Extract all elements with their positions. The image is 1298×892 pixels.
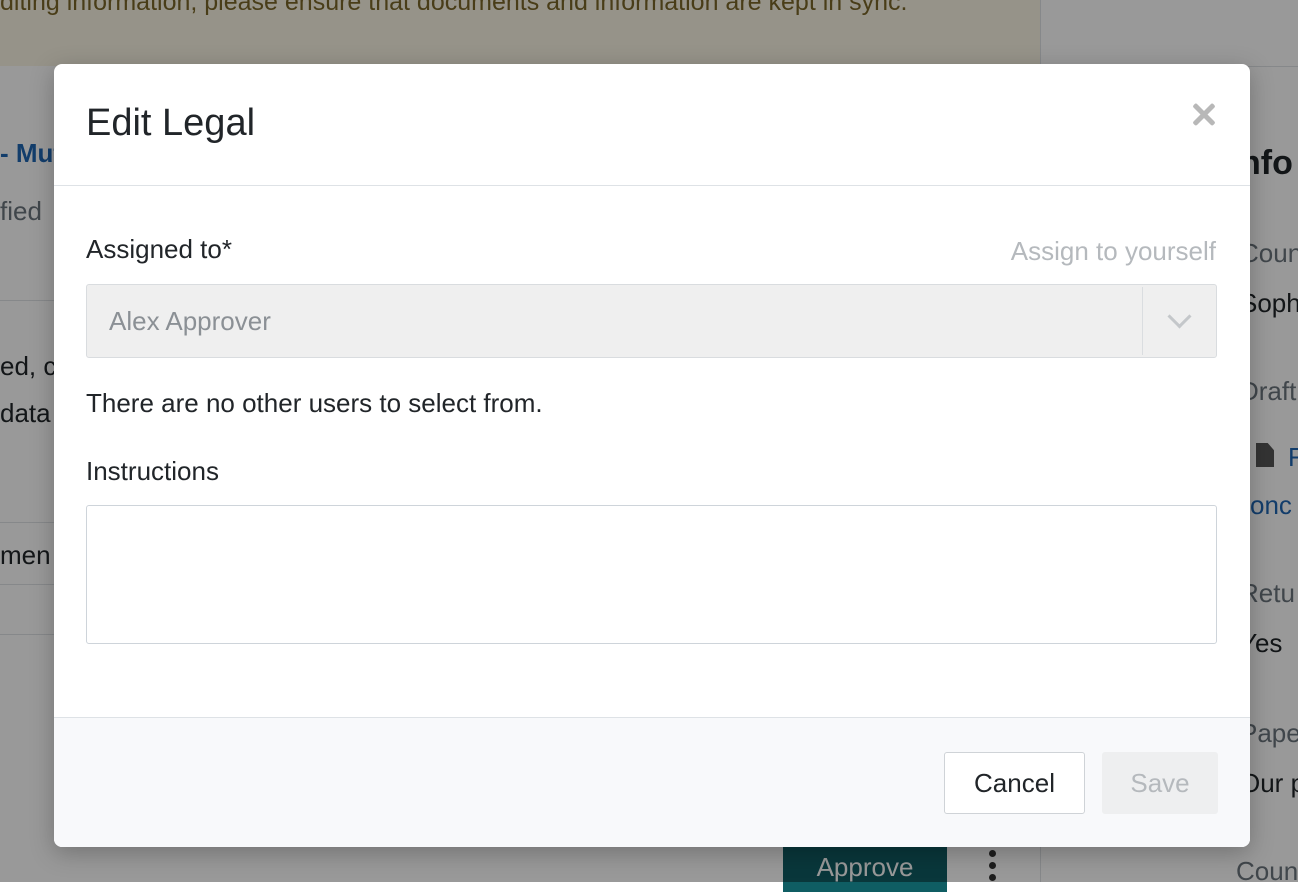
assigned-to-select[interactable]: Alex Approver	[86, 284, 1217, 358]
cancel-button[interactable]: Cancel	[944, 752, 1085, 814]
assigned-to-value: Alex Approver	[109, 306, 271, 336]
close-icon[interactable]	[1188, 98, 1220, 130]
select-divider	[1142, 287, 1143, 355]
instructions-textarea[interactable]	[86, 505, 1217, 644]
save-button[interactable]: Save	[1102, 752, 1218, 814]
assign-to-yourself-link[interactable]: Assign to yourself	[1011, 236, 1216, 267]
assigned-to-label: Assigned to*	[86, 234, 232, 264]
modal-title: Edit Legal	[86, 102, 256, 144]
instructions-label: Instructions	[86, 456, 219, 486]
modal-header: Edit Legal	[54, 64, 1250, 186]
edit-legal-modal: Edit Legal Assigned to* Assign to yourse…	[54, 64, 1250, 847]
modal-footer: Cancel Save	[54, 717, 1250, 847]
no-users-help-text: There are no other users to select from.	[86, 388, 543, 418]
chevron-down-icon[interactable]	[1167, 304, 1192, 329]
